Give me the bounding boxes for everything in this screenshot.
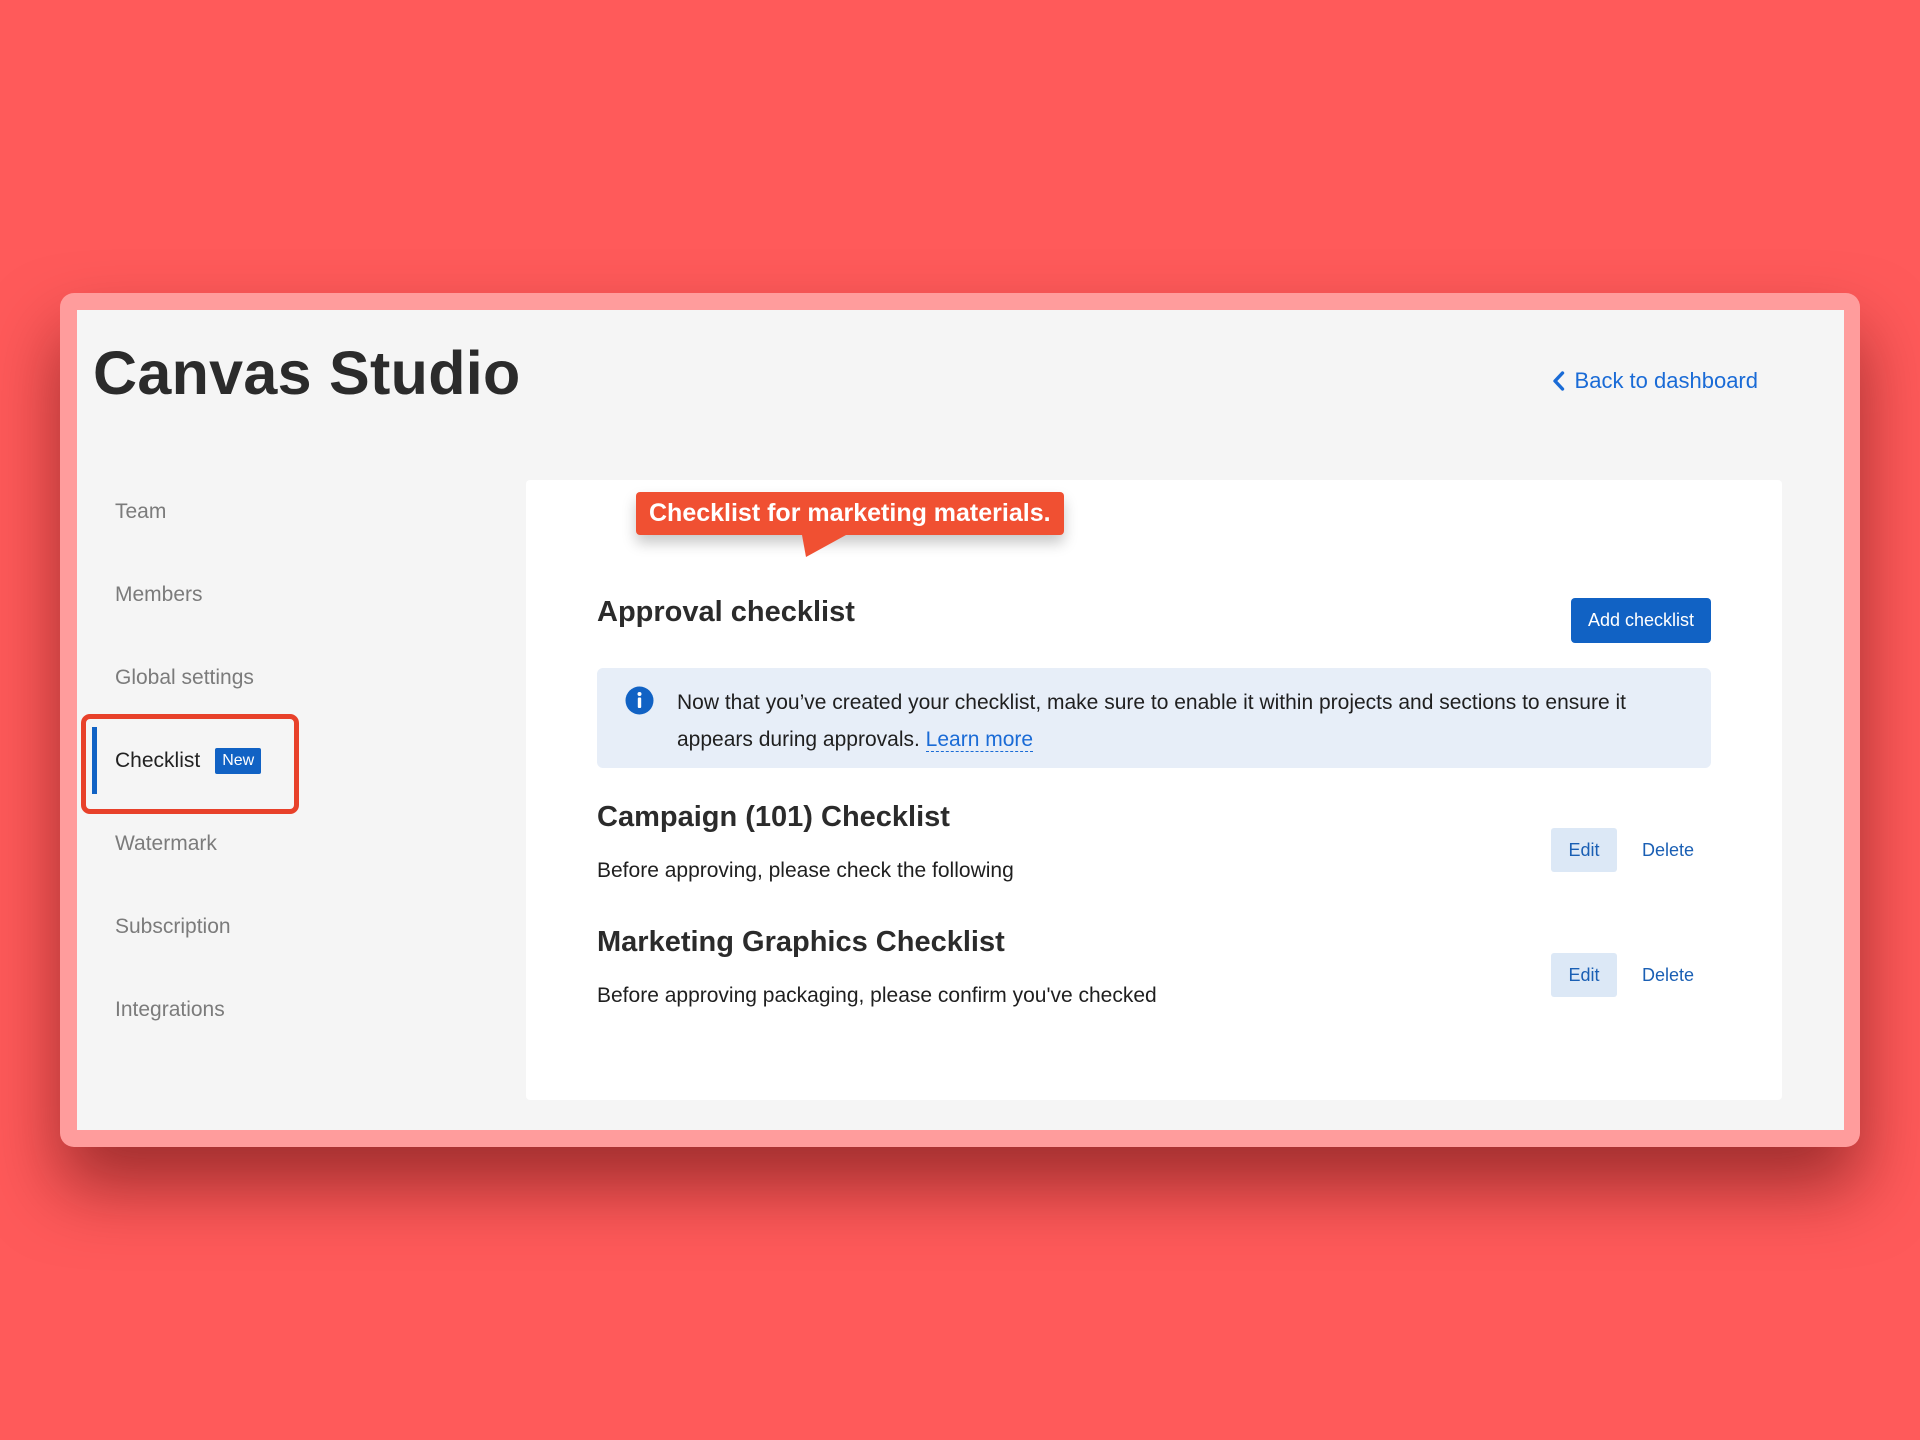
info-icon [625, 686, 654, 727]
annotation-callout: Checklist for marketing materials. [636, 492, 1064, 557]
sidebar-item-label: Integrations [115, 997, 225, 1021]
checklist-name: Marketing Graphics Checklist [597, 926, 1005, 958]
checklist-name: Campaign (101) Checklist [597, 801, 950, 833]
sidebar-item-team[interactable]: Team [77, 470, 377, 553]
sidebar-item-members[interactable]: Members [77, 553, 377, 636]
sidebar-item-label: Watermark [115, 831, 217, 855]
sidebar-item-label: Subscription [115, 914, 231, 938]
checklist-description: Before approving, please check the follo… [597, 859, 1014, 882]
chevron-left-icon [1552, 371, 1565, 391]
learn-more-link[interactable]: Learn more [925, 728, 1034, 752]
app-title: Canvas Studio [93, 339, 521, 407]
screenshot-frame: Canvas Studio Back to dashboard Team Mem… [60, 293, 1860, 1147]
settings-sidebar: Team Members Global settings Checklist N… [77, 470, 377, 1051]
sidebar-item-label: Team [115, 499, 167, 523]
checklist-item: Campaign (101) Checklist Before approvin… [597, 801, 1711, 911]
sidebar-item-global-settings[interactable]: Global settings [77, 636, 377, 719]
section-title: Approval checklist [597, 596, 855, 628]
info-text: Now that you’ve created your checklist, … [677, 691, 1626, 751]
sidebar-item-integrations[interactable]: Integrations [77, 968, 377, 1051]
sidebar-item-subscription[interactable]: Subscription [77, 885, 377, 968]
add-checklist-button[interactable]: Add checklist [1570, 598, 1711, 643]
new-badge: New [215, 747, 262, 774]
edit-button[interactable]: Edit [1551, 828, 1617, 872]
edit-button[interactable]: Edit [1551, 953, 1617, 997]
sidebar-item-label: Checklist [115, 748, 201, 772]
sidebar-item-label: Global settings [115, 665, 254, 689]
delete-button[interactable]: Delete [1625, 828, 1711, 872]
checklist-item: Marketing Graphics Checklist Before appr… [597, 926, 1711, 1036]
back-to-dashboard-link[interactable]: Back to dashboard [1552, 368, 1758, 394]
sidebar-item-label: Members [115, 582, 203, 606]
info-banner: Now that you’ve created your checklist, … [597, 668, 1711, 768]
checklist-description: Before approving packaging, please confi… [597, 984, 1157, 1007]
sidebar-item-watermark[interactable]: Watermark [77, 802, 377, 885]
sidebar-item-checklist[interactable]: Checklist New [77, 719, 377, 802]
back-link-label: Back to dashboard [1574, 368, 1758, 393]
app-window: Canvas Studio Back to dashboard Team Mem… [77, 310, 1844, 1130]
delete-button[interactable]: Delete [1625, 953, 1711, 997]
checklist-card: Checklist for marketing materials. Appro… [526, 480, 1782, 1100]
